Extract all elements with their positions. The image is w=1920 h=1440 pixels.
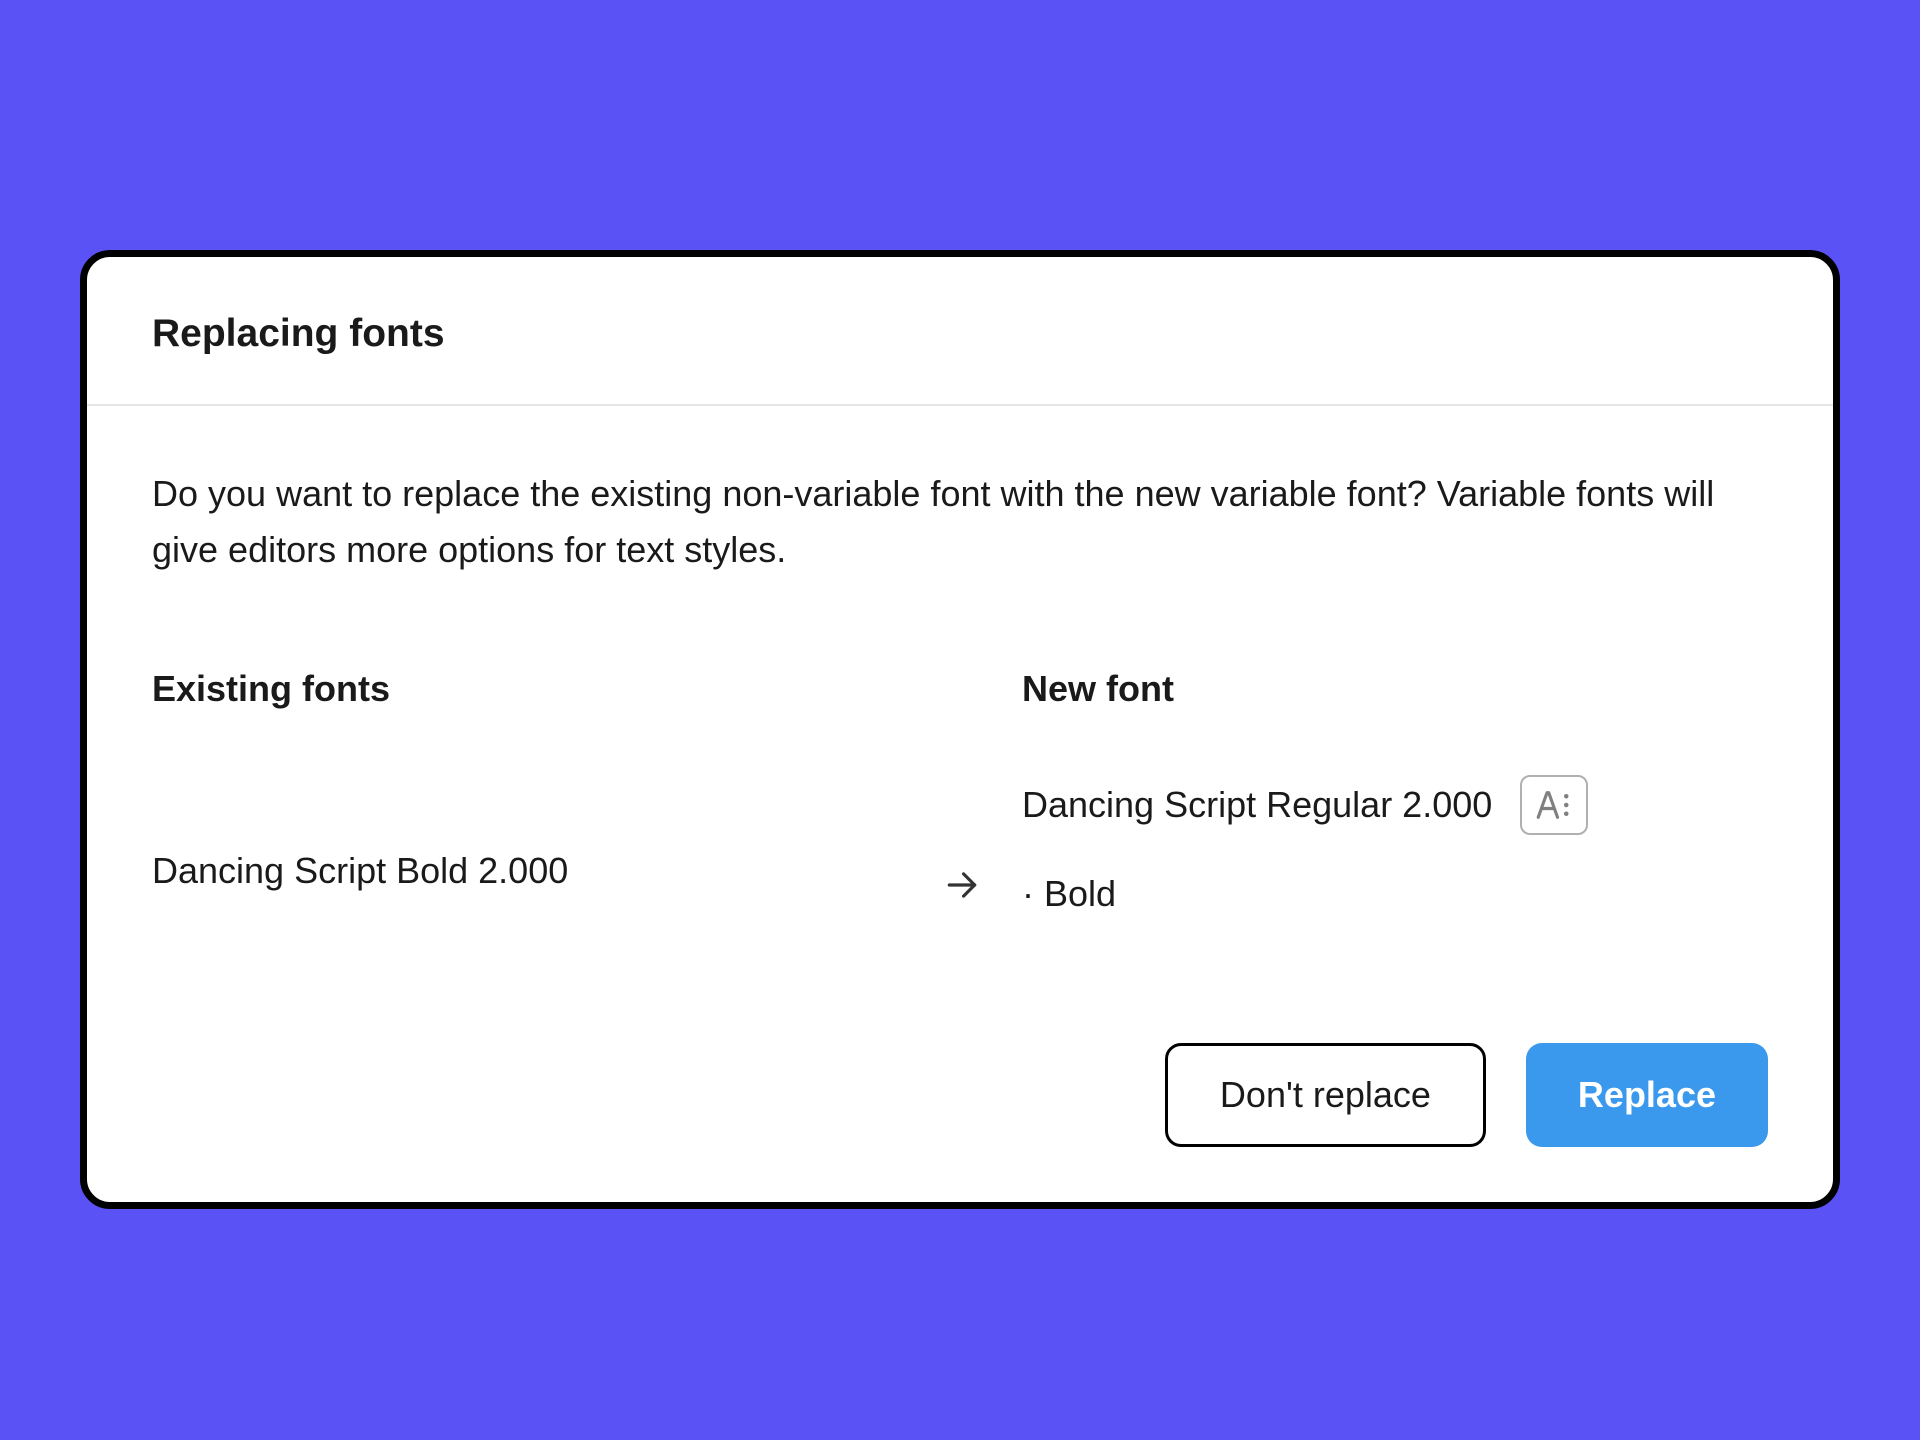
existing-font-name: Dancing Script Bold 2.000 (152, 850, 568, 892)
existing-fonts-heading: Existing fonts (152, 668, 902, 710)
new-font-name: Dancing Script Regular 2.000 (1022, 784, 1492, 826)
variable-font-icon (1520, 775, 1588, 835)
arrow-column (932, 668, 992, 915)
dialog-title: Replacing fonts (152, 312, 1768, 356)
new-font-column: New font Dancing Script Regular 2.000 · (1022, 668, 1768, 915)
font-comparison: Existing fonts Dancing Script Bold 2.000… (152, 668, 1768, 915)
new-font-heading: New font (1022, 668, 1768, 710)
replace-button[interactable]: Replace (1526, 1043, 1768, 1147)
replace-fonts-dialog: Replacing fonts Do you want to replace t… (80, 250, 1840, 1209)
arrow-right-icon (943, 866, 981, 909)
dont-replace-button[interactable]: Don't replace (1165, 1043, 1486, 1147)
dialog-description: Do you want to replace the existing non-… (152, 466, 1768, 578)
new-font-style: · Bold (1022, 873, 1768, 915)
dialog-header: Replacing fonts (87, 257, 1833, 406)
existing-fonts-column: Existing fonts Dancing Script Bold 2.000 (152, 668, 902, 915)
existing-font-row: Dancing Script Bold 2.000 (152, 775, 902, 892)
new-font-header-row: Dancing Script Regular 2.000 (1022, 775, 1768, 835)
dialog-footer: Don't replace Replace (87, 1043, 1833, 1202)
dialog-body: Do you want to replace the existing non-… (87, 406, 1833, 1043)
